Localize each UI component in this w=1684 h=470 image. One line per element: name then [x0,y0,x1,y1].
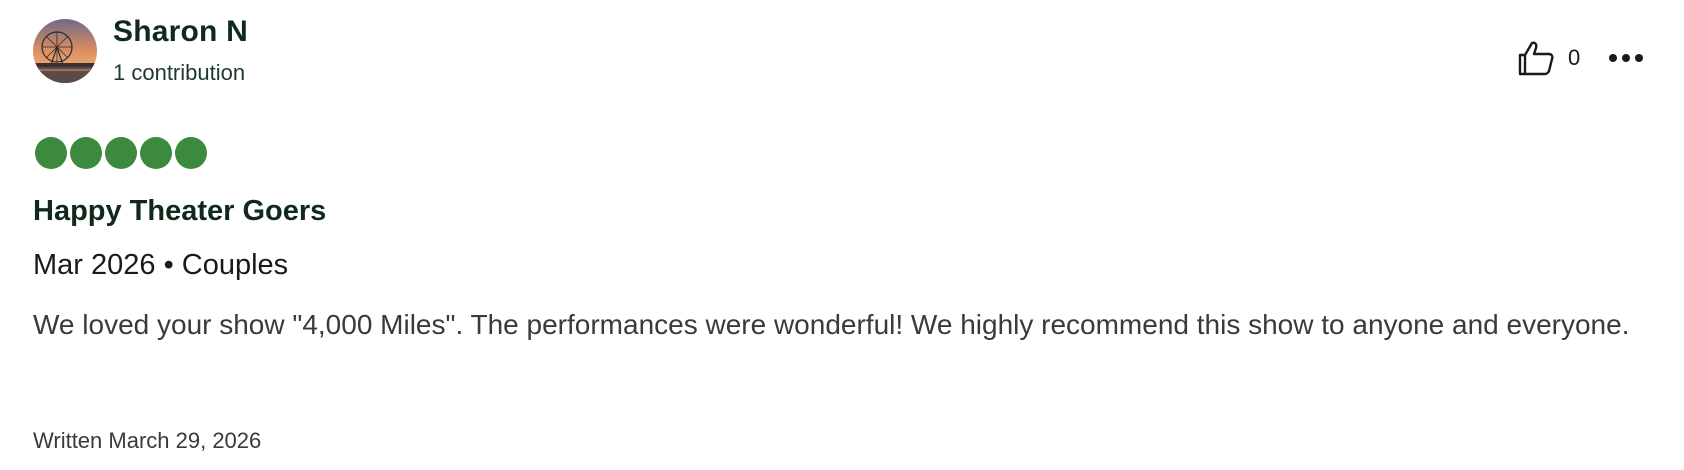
rating-bubble [140,137,172,169]
written-date: Written March 29, 2026 [33,428,262,453]
rating-bubble [35,137,67,169]
helpful-vote-button[interactable]: 0 [1516,38,1580,78]
rating-bubble [70,137,102,169]
review-card: Sharon N 1 contribution 0 Happy Theater … [0,0,1684,470]
review-title[interactable]: Happy Theater Goers [33,195,326,228]
rating-bubble [175,137,207,169]
more-options-button[interactable] [1604,38,1648,78]
thumbs-up-icon [1518,41,1554,76]
contribution-count: 1 contribution [113,60,246,85]
ellipsis-icon [1609,54,1617,62]
review-meta: Mar 2026 • Couples [33,249,289,281]
user-name[interactable]: Sharon N [113,15,248,49]
avatar-image [33,19,97,83]
review-body: We loved your show "4,000 Miles". The pe… [33,309,1630,340]
helpful-count: 0 [1568,45,1581,70]
user-avatar[interactable] [33,19,97,83]
rating-bubble [105,137,137,169]
rating-bubbles [35,137,207,169]
